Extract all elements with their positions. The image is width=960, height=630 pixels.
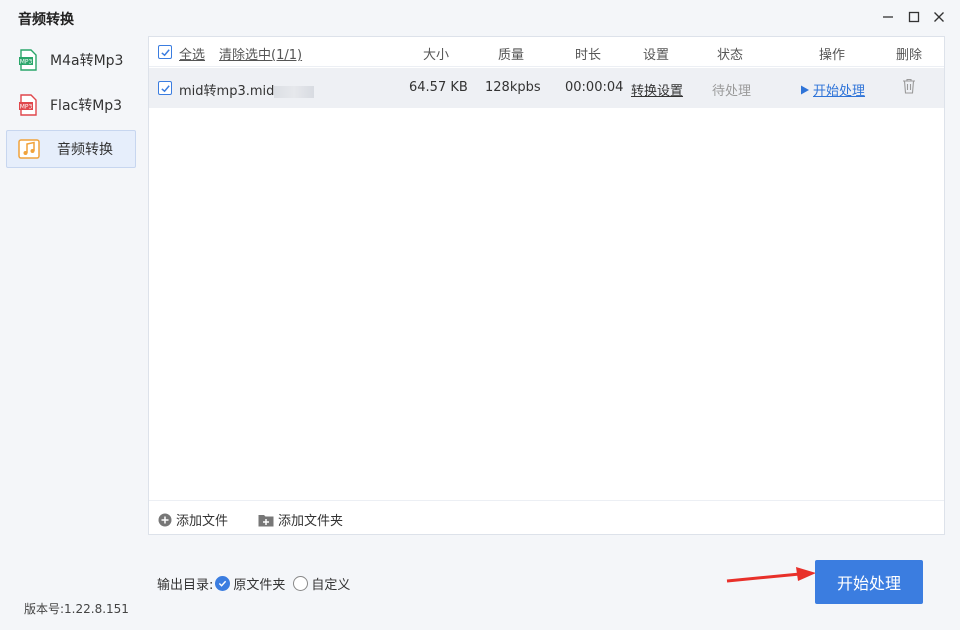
sidebar-item-label: 音频转换 bbox=[57, 142, 113, 158]
status-text: 待处理 bbox=[712, 84, 752, 99]
file-size: 64.57 KB bbox=[409, 80, 468, 95]
file-name-text: mid转mp3.mid bbox=[179, 84, 275, 99]
column-status: 状态 bbox=[717, 48, 744, 63]
column-settings: 设置 bbox=[643, 48, 670, 63]
panel-footer: 添加文件 添加文件夹 bbox=[149, 500, 944, 534]
trash-icon bbox=[903, 78, 915, 94]
table-header: 全选 清除选中(1/1) 大小 质量 时长 设置 状态 操作 删除 bbox=[149, 37, 944, 67]
clear-selected-label[interactable]: 清除选中(1/1) bbox=[219, 48, 302, 63]
app-title: 音频转换 bbox=[18, 12, 74, 28]
sidebar-item-flac-to-mp3[interactable]: MP3 Flac转Mp3 bbox=[6, 86, 136, 124]
sidebar-item-label: M4a转Mp3 bbox=[50, 53, 124, 69]
maximize-icon bbox=[908, 11, 920, 23]
maximize-button[interactable] bbox=[905, 8, 923, 26]
sidebar-item-label: Flac转Mp3 bbox=[50, 98, 123, 114]
add-folder-button[interactable]: 添加文件夹 bbox=[258, 510, 343, 529]
delete-button[interactable] bbox=[902, 78, 916, 98]
sidebar-item-m4a-to-mp3[interactable]: MP3 M4a转Mp3 bbox=[6, 41, 136, 79]
row-start-action[interactable]: 开始处理 bbox=[800, 80, 865, 99]
svg-text:MP3: MP3 bbox=[20, 59, 33, 66]
column-quality: 质量 bbox=[498, 48, 525, 63]
table-row[interactable]: mid转mp3.mid 64.57 KB 128kpbs 00:00:04 转换… bbox=[149, 68, 944, 108]
radio-custom[interactable] bbox=[293, 576, 309, 591]
add-folder-icon bbox=[258, 514, 274, 526]
radio-original-folder[interactable] bbox=[215, 576, 231, 591]
row-checkbox[interactable] bbox=[158, 81, 172, 95]
close-icon bbox=[934, 12, 944, 22]
column-delete: 删除 bbox=[896, 48, 923, 63]
version-label: 版本号:1.22.8.151 bbox=[24, 602, 129, 616]
file-quality: 128kpbs bbox=[485, 80, 541, 95]
row-start-link[interactable]: 开始处理 bbox=[813, 80, 865, 99]
select-all-link[interactable]: 全选 bbox=[179, 44, 205, 63]
check-icon bbox=[219, 580, 227, 587]
play-icon bbox=[801, 85, 809, 94]
checkmark-icon bbox=[160, 48, 170, 56]
output-label: 输出目录: bbox=[157, 578, 214, 593]
add-circle-icon bbox=[158, 513, 172, 526]
add-file-label: 添加文件 bbox=[176, 514, 229, 529]
sidebar-item-audio-convert[interactable]: 音频转换 bbox=[6, 130, 136, 168]
svg-text:MP3: MP3 bbox=[20, 104, 33, 111]
add-folder-label: 添加文件夹 bbox=[278, 514, 344, 529]
start-processing-button[interactable]: 开始处理 bbox=[815, 560, 923, 604]
column-duration: 时长 bbox=[575, 48, 602, 63]
radio-custom-label[interactable]: 自定义 bbox=[311, 574, 350, 593]
file-duration: 00:00:04 bbox=[565, 80, 624, 95]
output-directory: 输出目录: 原文件夹 自定义 bbox=[157, 574, 350, 593]
column-size: 大小 bbox=[423, 48, 450, 63]
m4a-file-icon: MP3 bbox=[16, 48, 40, 72]
file-list-panel: 全选 清除选中(1/1) 大小 质量 时长 设置 状态 操作 删除 mid转mp… bbox=[148, 36, 945, 535]
clear-selected-link[interactable]: 清除选中(1/1) bbox=[219, 44, 302, 63]
red-arrow-annotation bbox=[726, 567, 816, 583]
title-bar: 音频转换 bbox=[0, 0, 960, 34]
checkmark-icon bbox=[160, 84, 170, 92]
select-all-checkbox[interactable] bbox=[158, 45, 172, 59]
flac-file-icon: MP3 bbox=[16, 93, 40, 117]
add-file-button[interactable]: 添加文件 bbox=[158, 510, 228, 529]
file-name: mid转mp3.mid bbox=[179, 80, 315, 99]
convert-settings-link[interactable]: 转换设置 bbox=[631, 80, 683, 99]
music-note-icon bbox=[17, 137, 41, 161]
close-button[interactable] bbox=[930, 8, 948, 26]
radio-original-folder-label[interactable]: 原文件夹 bbox=[233, 574, 285, 593]
minimize-icon bbox=[883, 16, 893, 18]
column-action: 操作 bbox=[819, 48, 846, 63]
sidebar: MP3 M4a转Mp3 MP3 Flac转Mp3 音频转换 版本号:1.22.8… bbox=[0, 36, 144, 630]
minimize-button[interactable] bbox=[879, 8, 897, 26]
redacted-region bbox=[274, 85, 315, 98]
